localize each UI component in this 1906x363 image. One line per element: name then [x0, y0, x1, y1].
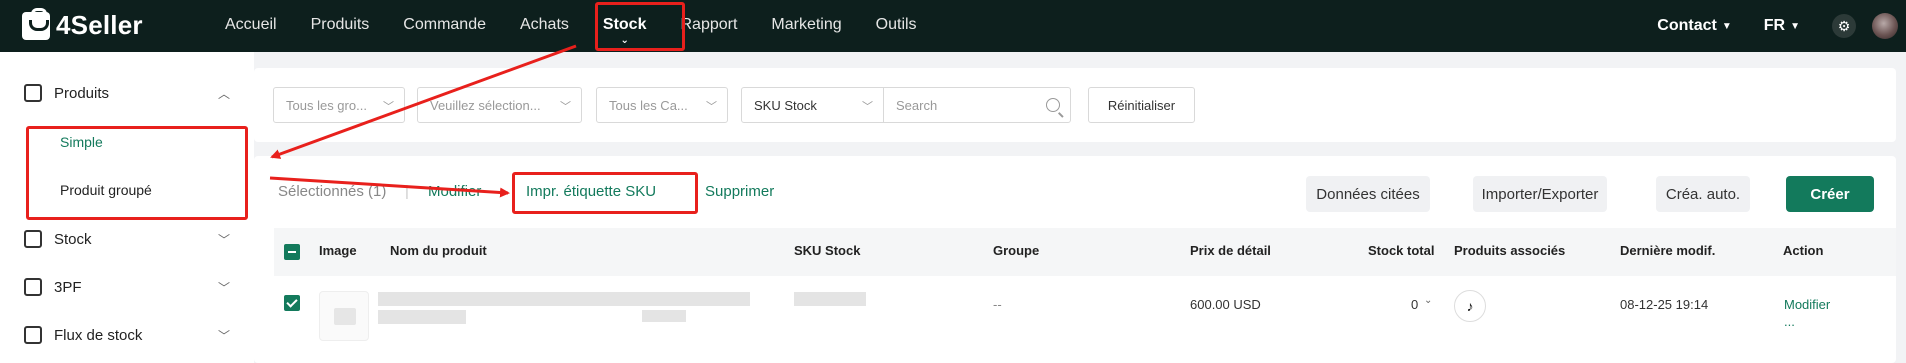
tiktok-icon[interactable]: ♪	[1454, 290, 1486, 322]
chevron-down-icon: ﹀	[862, 101, 873, 113]
bag-logo-icon	[22, 7, 50, 40]
search-icon[interactable]	[1046, 98, 1060, 112]
product-name-redacted	[378, 292, 750, 306]
generic-select-placeholder: Veuillez sélection...	[430, 97, 541, 113]
row-checkbox[interactable]	[284, 295, 300, 311]
cell-total-stock[interactable]: 0	[1411, 297, 1418, 312]
sidebar-label-flux: Flux de stock	[54, 326, 143, 344]
annotation-highlight-sidebar	[26, 126, 248, 220]
modify-link[interactable]: Modifier	[428, 183, 481, 200]
search-field-type-label: SKU Stock	[754, 97, 817, 113]
flow-icon	[24, 326, 42, 344]
contact-menu[interactable]: Contact ▼	[1657, 17, 1731, 35]
contact-label: Contact	[1657, 17, 1717, 34]
main-nav: Accueil Produits Commande Achats Stock ⌄ …	[208, 0, 934, 52]
col-groupe: Groupe	[993, 243, 1040, 258]
warehouse-icon	[24, 230, 42, 248]
language-menu[interactable]: FR ▼	[1764, 17, 1800, 35]
nav-outils[interactable]: Outils	[859, 0, 934, 52]
generic-select[interactable]: Veuillez sélection... ﹀	[417, 87, 582, 123]
language-label: FR	[1763, 17, 1786, 34]
chevron-down-icon: ﹀	[217, 328, 230, 343]
create-button[interactable]: Créer	[1786, 176, 1874, 212]
col-total-stock: Stock total	[1368, 243, 1435, 258]
sidebar-item-produits[interactable]: Produits ︿	[0, 73, 254, 113]
cell-last-modified: 08-12-25 19:14	[1620, 297, 1709, 312]
app-logo[interactable]: 4Seller	[22, 7, 143, 41]
row-modify-link[interactable]: Modifier	[1784, 297, 1830, 312]
chevron-down-icon: ▼	[1790, 20, 1800, 32]
nav-produits[interactable]: Produits	[294, 0, 387, 52]
col-last-modified: Dernière modif.	[1620, 243, 1716, 258]
nav-marketing[interactable]: Marketing	[754, 0, 858, 52]
sidebar-item-stock[interactable]: Stock ﹀	[0, 219, 254, 259]
cell-retail-price: 600.00 USD	[1190, 297, 1261, 312]
group-select[interactable]: Tous les gro... ﹀	[273, 87, 405, 123]
chevron-down-icon: ﹀	[383, 101, 394, 113]
toolbar-separator: |	[405, 183, 409, 200]
select-all-checkbox[interactable]	[284, 244, 300, 260]
product-list-card: Sélectionnés (1) | Modifier Impr. étique…	[254, 156, 1896, 363]
product-name-redacted	[642, 310, 686, 322]
search-input[interactable]: Search	[883, 87, 1071, 123]
col-product-name: Nom du produit	[390, 243, 487, 258]
chevron-down-icon: ﹀	[217, 232, 230, 247]
cited-data-button[interactable]: Données citées	[1306, 176, 1430, 212]
settings-gear-icon[interactable]: ⚙	[1832, 14, 1856, 38]
nav-commande[interactable]: Commande	[386, 0, 503, 52]
product-box-icon	[24, 84, 42, 102]
search-placeholder: Search	[896, 97, 938, 113]
product-name-redacted	[378, 310, 466, 324]
sidebar-item-3pf[interactable]: 3PF ﹀	[0, 267, 254, 307]
col-image: Image	[319, 243, 357, 258]
import-export-button[interactable]: Importer/Exporter	[1473, 176, 1607, 212]
chevron-down-icon[interactable]: ⌄	[1424, 295, 1432, 306]
category-select[interactable]: Tous les Ca... ﹀	[596, 87, 728, 123]
annotation-highlight-stock	[595, 2, 685, 51]
sidebar-label-stock: Stock	[54, 230, 92, 248]
auto-create-button[interactable]: Créa. auto.	[1656, 176, 1750, 212]
col-associated-products: Produits associés	[1454, 243, 1566, 258]
product-image-placeholder	[319, 291, 369, 341]
filter-bar: Tous les gro... ﹀ Veuillez sélection... …	[254, 68, 1896, 142]
delete-link[interactable]: Supprimer	[705, 183, 774, 200]
table-header: Image Nom du produit SKU Stock Groupe Pr…	[274, 228, 1896, 276]
sidebar-label-produits: Produits	[54, 84, 110, 102]
nav-achats[interactable]: Achats	[503, 0, 586, 52]
top-navigation-bar: 4Seller Accueil Produits Commande Achats…	[0, 0, 1906, 52]
chevron-down-icon: ﹀	[560, 101, 571, 113]
chevron-down-icon: ▼	[1721, 20, 1732, 32]
selected-count: Sélectionnés (1)	[278, 183, 387, 200]
col-retail-price: Prix de détail	[1190, 243, 1271, 258]
annotation-highlight-print-label	[512, 172, 698, 214]
reset-button[interactable]: Réinitialiser	[1088, 87, 1195, 123]
user-avatar[interactable]	[1872, 13, 1898, 39]
app-name: 4Seller	[56, 10, 143, 40]
chevron-down-icon: ﹀	[706, 101, 717, 113]
nav-accueil[interactable]: Accueil	[208, 0, 294, 52]
sidebar-label-3pf: 3PF	[54, 278, 82, 296]
cube-icon	[24, 278, 42, 296]
cell-groupe: --	[993, 297, 1002, 312]
group-select-placeholder: Tous les gro...	[286, 97, 367, 113]
category-select-placeholder: Tous les Ca...	[609, 97, 688, 113]
sidebar-item-flux[interactable]: Flux de stock ﹀	[0, 315, 254, 355]
chevron-down-icon: ﹀	[217, 280, 230, 295]
col-sku-stock: SKU Stock	[794, 243, 861, 258]
search-field-type-select[interactable]: SKU Stock ﹀	[741, 87, 884, 123]
row-more-actions[interactable]: ...	[1784, 314, 1795, 329]
col-action: Action	[1783, 243, 1824, 258]
right-nav: Contact ▼ FR ▼ ⚙	[1657, 0, 1906, 52]
sku-redacted	[794, 292, 866, 306]
chevron-up-icon: ︿	[217, 86, 230, 101]
